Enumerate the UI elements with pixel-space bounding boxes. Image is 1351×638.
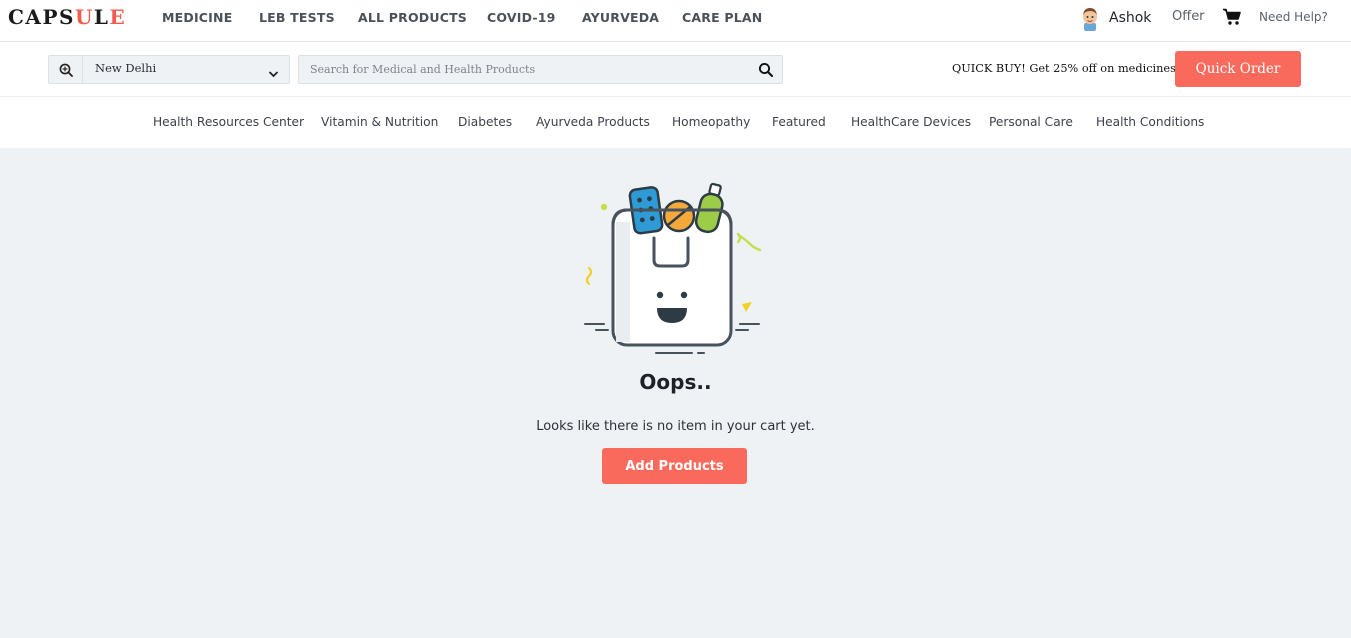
logo-letter: C <box>8 5 26 29</box>
search-bar-row: New Delhi QUICK BUY! Get 25% off on medi… <box>0 42 1351 97</box>
category-bar: Health Resources Center Vitamin & Nutrit… <box>0 97 1351 148</box>
chevron-down-icon[interactable] <box>268 64 279 83</box>
search-input[interactable] <box>299 56 749 83</box>
offer-link[interactable]: Offer <box>1172 9 1205 24</box>
category-vitamin-nutrition[interactable]: Vitamin & Nutrition <box>321 115 438 129</box>
logo-letter: S <box>59 5 75 29</box>
nav-care-plan[interactable]: CARE PLAN <box>682 10 762 25</box>
category-featured[interactable]: Featured <box>772 115 826 129</box>
location-selector[interactable]: New Delhi <box>48 55 290 84</box>
add-products-button[interactable]: Add Products <box>602 448 747 484</box>
logo-letter: A <box>25 5 43 29</box>
need-help-link[interactable]: Need Help? <box>1259 10 1328 24</box>
empty-cart-message: Looks like there is no item in your cart… <box>536 419 815 434</box>
nav-covid-19[interactable]: COVID-19 <box>487 10 556 25</box>
promo-text: QUICK BUY! Get 25% off on medicines* <box>952 62 1182 75</box>
category-personal-care[interactable]: Personal Care <box>989 115 1073 129</box>
user-account[interactable]: Ashok <box>1078 4 1151 32</box>
category-ayurveda-products[interactable]: Ayurveda Products <box>536 115 650 129</box>
shopping-cart-icon[interactable] <box>1222 8 1242 26</box>
category-health-conditions[interactable]: Health Conditions <box>1096 115 1204 129</box>
logo-letter: E <box>109 5 127 29</box>
capsule-logo[interactable]: CAPSULE <box>8 5 126 29</box>
avatar <box>1078 5 1102 31</box>
empty-cart-bag-illustration <box>580 180 770 360</box>
logo-letter: L <box>93 5 110 29</box>
category-diabetes[interactable]: Diabetes <box>458 115 512 129</box>
logo-letter: P <box>42 5 59 29</box>
category-health-resources-center[interactable]: Health Resources Center <box>153 115 304 129</box>
quick-order-button[interactable]: Quick Order <box>1175 51 1301 87</box>
category-healthcare-devices[interactable]: HealthCare Devices <box>851 115 971 129</box>
nav-medicine[interactable]: MEDICINE <box>162 10 232 25</box>
nav-ayurveda[interactable]: AYURVEDA <box>582 10 659 25</box>
search-icon[interactable] <box>758 62 774 78</box>
empty-cart-title: Oops.. <box>639 370 712 394</box>
category-homeopathy[interactable]: Homeopathy <box>672 115 750 129</box>
nav-all-products[interactable]: ALL PRODUCTS <box>358 10 467 25</box>
location-city: New Delhi <box>95 61 157 75</box>
top-navbar: CAPSULE MEDICINE LEB TESTS ALL PRODUCTS … <box>0 0 1351 42</box>
logo-letter: U <box>74 5 94 29</box>
nav-lab-tests[interactable]: LEB TESTS <box>259 10 335 25</box>
user-name: Ashok <box>1109 10 1152 26</box>
locate-zoom-icon[interactable] <box>49 56 83 83</box>
search-box <box>298 55 783 84</box>
